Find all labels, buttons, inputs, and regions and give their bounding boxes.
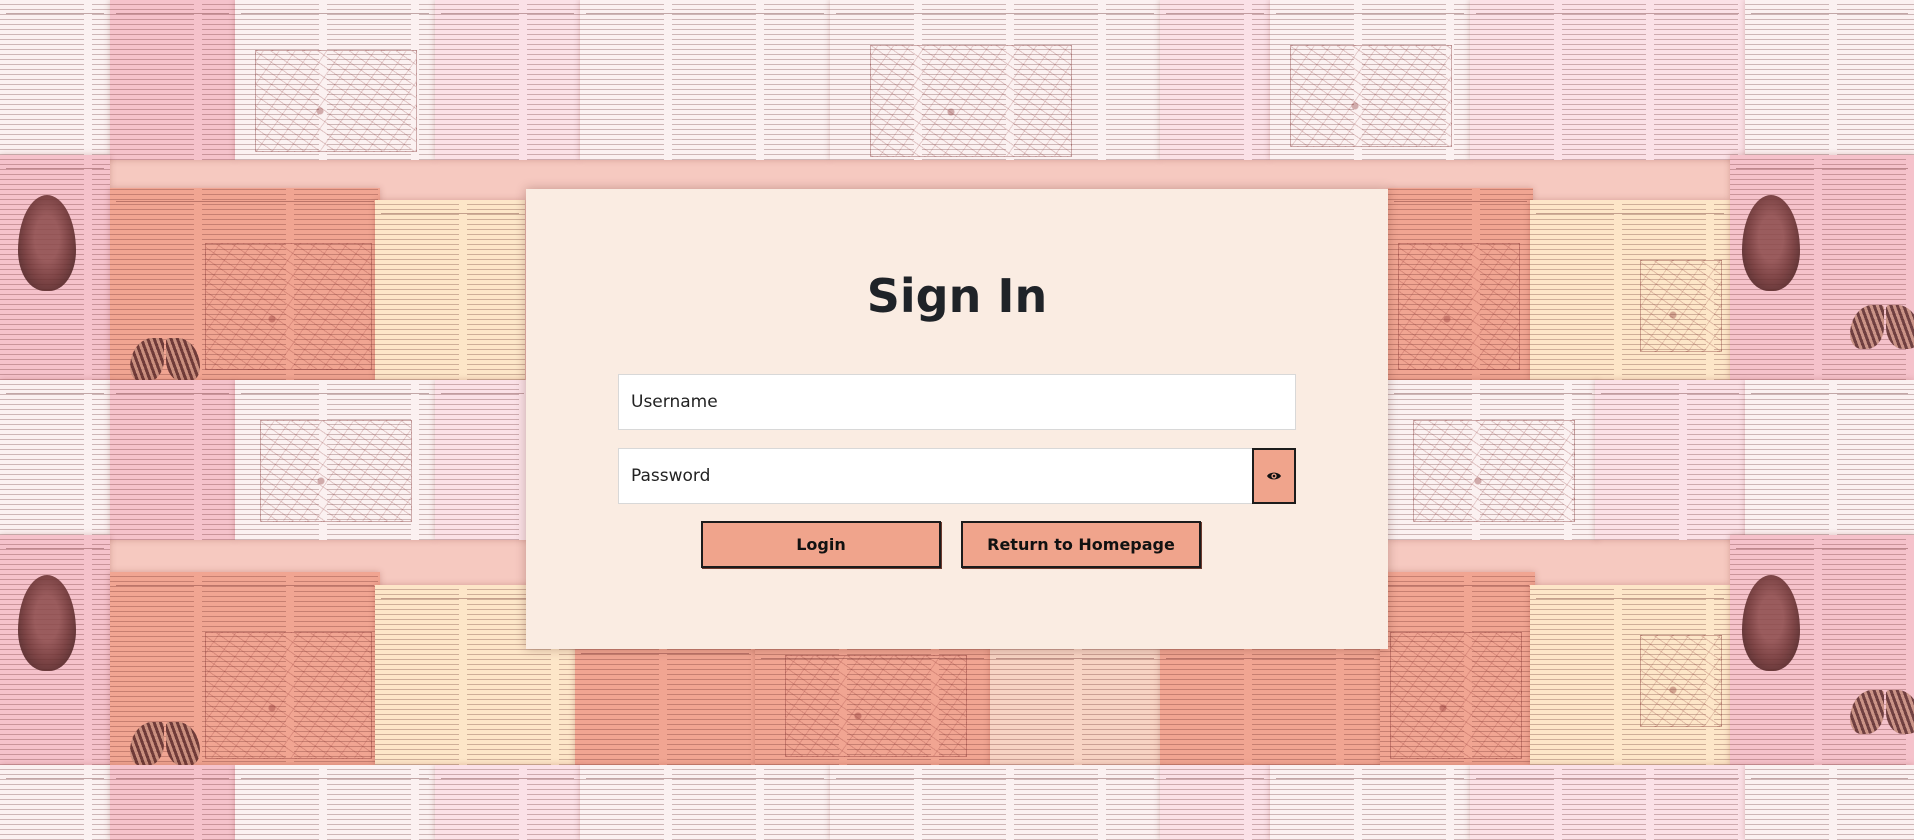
eye-icon: [1266, 470, 1282, 482]
background-page: [1730, 155, 1914, 380]
background-page: [1530, 585, 1730, 765]
background-page: [575, 640, 755, 765]
background-page: [235, 765, 435, 840]
background-page: [0, 380, 110, 540]
background-page: [110, 765, 235, 840]
username-input[interactable]: [618, 374, 1296, 430]
background-page: [1270, 0, 1470, 160]
background-page: [1380, 572, 1535, 767]
background-page: [110, 572, 380, 767]
background-page: [830, 0, 1160, 160]
background-page: [830, 765, 1160, 840]
background-page: [1745, 380, 1914, 540]
background-page: [110, 0, 235, 160]
background-page: [0, 155, 110, 380]
login-button[interactable]: Login: [701, 521, 941, 568]
background-page: [435, 0, 580, 160]
background-page: [235, 0, 435, 160]
background-page: [110, 380, 235, 540]
background-page: [1388, 380, 1598, 540]
background-page: [1160, 645, 1380, 765]
password-input[interactable]: [618, 448, 1254, 504]
background-page: [0, 535, 110, 765]
background-page: [0, 0, 110, 160]
background-page: [580, 0, 830, 160]
background-page: [1270, 765, 1470, 840]
background-page: [580, 765, 830, 840]
background-page: [235, 380, 435, 540]
background-page: [1730, 535, 1914, 765]
background-page: [990, 645, 1160, 765]
background-page: [1595, 380, 1745, 540]
background-page: [0, 765, 110, 840]
background-page: [1745, 0, 1914, 160]
return-to-homepage-button[interactable]: Return to Homepage: [961, 521, 1201, 568]
background-page: [1470, 765, 1745, 840]
background-page: [435, 765, 580, 840]
show-password-button[interactable]: [1252, 448, 1296, 504]
background-page: [1745, 765, 1914, 840]
background-page: [1160, 0, 1270, 160]
background-page: [435, 380, 530, 540]
background-page: [1160, 765, 1270, 840]
background-page: [1470, 0, 1745, 160]
page-title: Sign In: [866, 269, 1048, 323]
background-page: [755, 645, 990, 765]
